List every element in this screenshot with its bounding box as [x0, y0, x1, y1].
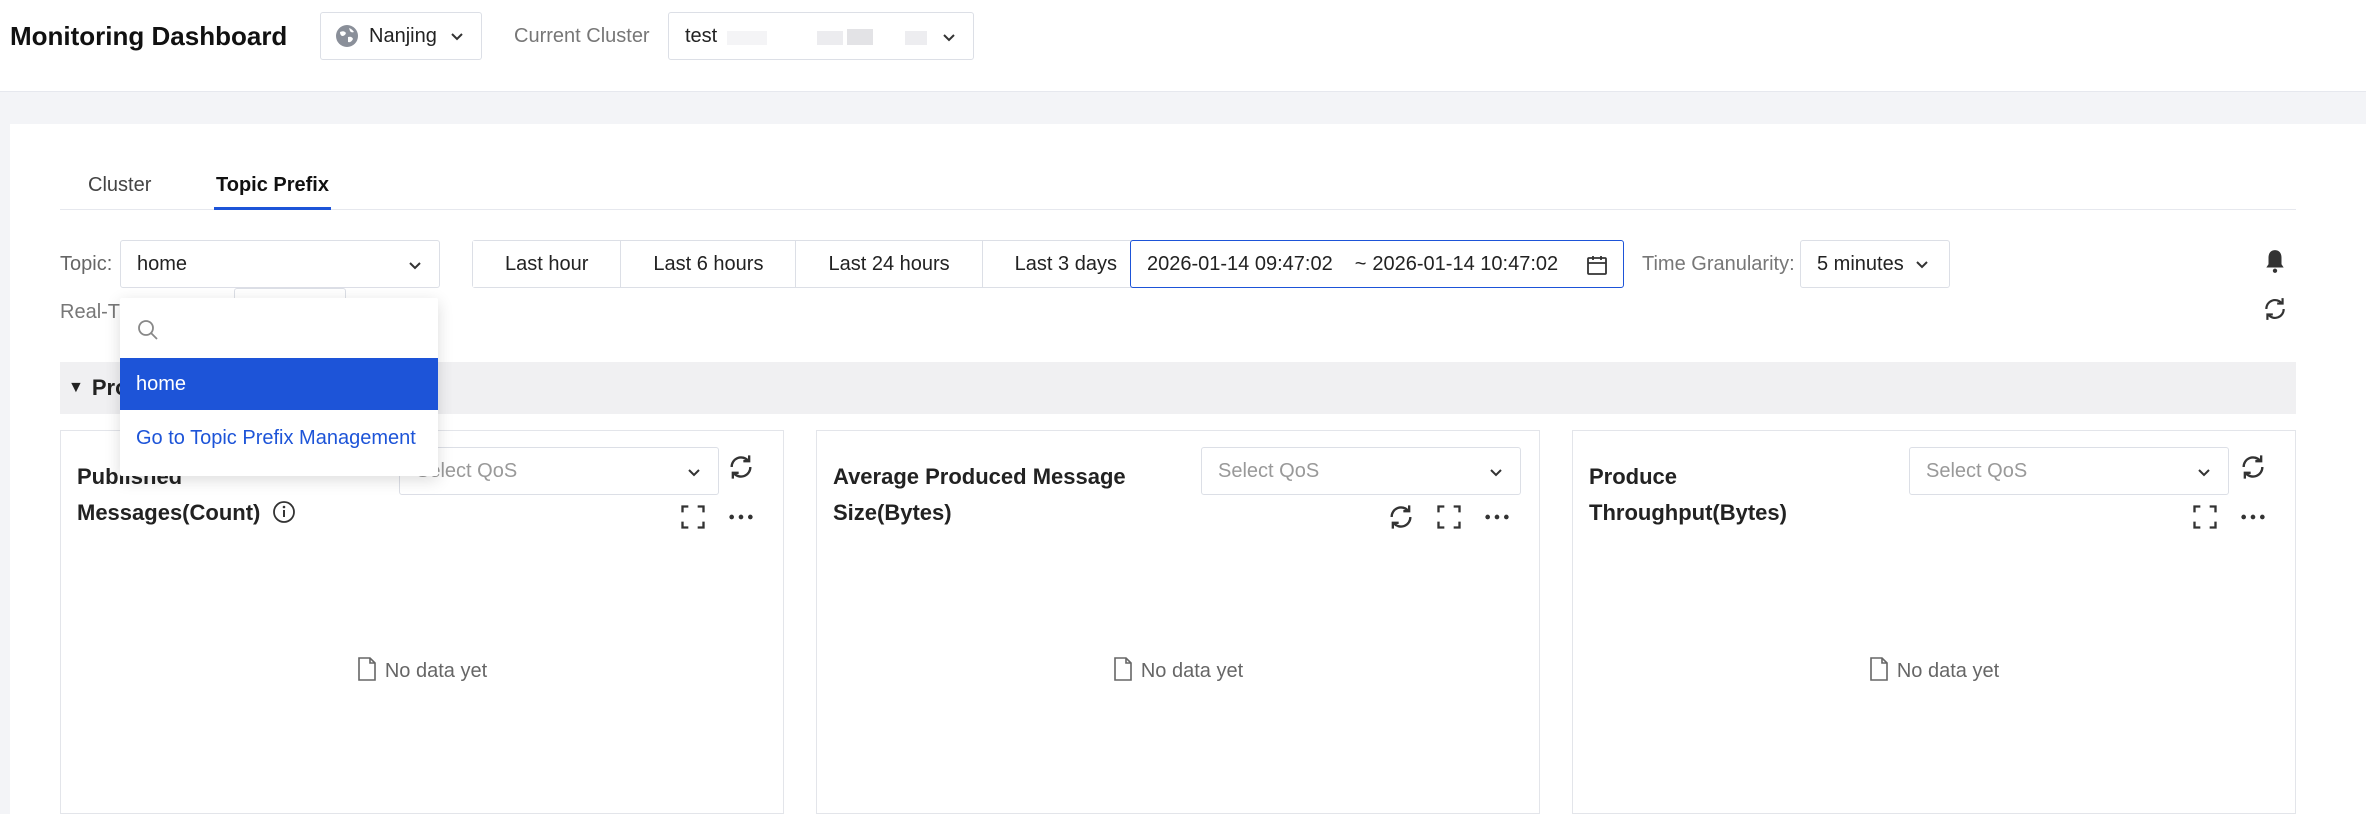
dropdown-option-home[interactable]: home: [120, 358, 438, 410]
card-title-line2: Messages(Count): [77, 500, 261, 525]
caret-down-icon: ▼: [68, 379, 84, 396]
refresh-icon[interactable]: [2262, 296, 2288, 322]
fullscreen-icon[interactable]: [679, 503, 707, 531]
chevron-down-icon: [451, 33, 463, 41]
chevron-down-icon: [688, 469, 700, 477]
granularity-label: Time Granularity:: [1642, 253, 1795, 275]
metric-card-produce-throughput: Produce Throughput(Bytes) Select QoS No …: [1572, 430, 2296, 814]
tab-bar: Cluster Topic Prefix: [60, 164, 2296, 210]
topic-prefix-management-link[interactable]: Go to Topic Prefix Management: [136, 424, 416, 452]
topic-select[interactable]: home: [120, 240, 440, 288]
region-select[interactable]: Nanjing: [320, 12, 482, 60]
tab-cluster[interactable]: Cluster: [86, 164, 153, 206]
empty-state: No data yet: [61, 657, 783, 685]
calendar-icon: [1587, 256, 1607, 275]
search-icon[interactable]: [136, 318, 160, 342]
globe-icon: [336, 25, 358, 47]
qos-select[interactable]: Select QoS: [399, 447, 719, 495]
date-range-picker[interactable]: 2026-01-14 09:47:02 ~ 2026-01-14 10:47:0…: [1130, 240, 1624, 288]
range-separator: ~: [1354, 252, 1367, 275]
region-select-value: Nanjing: [369, 24, 437, 47]
chevron-down-icon: [2198, 469, 2210, 477]
card-title-line1: Average Produced Message: [833, 464, 1126, 489]
cluster-select[interactable]: test: [668, 12, 974, 60]
realtime-label: Real-T: [60, 301, 121, 323]
chevron-down-icon: [1916, 261, 1928, 269]
chevron-down-icon: [409, 262, 421, 270]
refresh-icon[interactable]: [2239, 453, 2267, 481]
cluster-label: Current Cluster: [514, 25, 650, 47]
redacted-text: [847, 29, 873, 45]
empty-state-text: No data yet: [1140, 660, 1244, 682]
chevron-down-icon: [1490, 469, 1502, 477]
document-icon: [1114, 657, 1132, 681]
time-range-last-3-days[interactable]: Last 3 days: [982, 241, 1149, 287]
time-range-last-6-hours[interactable]: Last 6 hours: [621, 241, 797, 287]
card-title: Average Produced Message Size(Bytes): [833, 459, 1153, 531]
range-end: 2026-01-14 10:47:02: [1372, 252, 1559, 275]
document-icon: [1870, 657, 1888, 681]
metric-card-published-messages: Published Messages(Count) Select QoS No …: [60, 430, 784, 814]
redacted-text: [817, 31, 843, 45]
document-icon: [358, 657, 376, 681]
qos-placeholder: Select QoS: [1218, 459, 1320, 482]
time-range-last-24-hours[interactable]: Last 24 hours: [796, 241, 983, 287]
page-title: Monitoring Dashboard: [10, 21, 288, 51]
top-header: Monitoring Dashboard Nanjing Current Clu…: [0, 0, 2366, 92]
bell-icon[interactable]: [2262, 248, 2288, 274]
info-icon[interactable]: [272, 500, 296, 524]
redacted-text: [905, 31, 927, 45]
empty-state: No data yet: [1573, 657, 2295, 685]
tab-topic-prefix[interactable]: Topic Prefix: [214, 164, 331, 210]
range-start: 2026-01-14 09:47:02: [1147, 252, 1333, 275]
granularity-value: 5 minutes: [1817, 252, 1904, 275]
topic-label: Topic:: [60, 253, 113, 275]
granularity-select[interactable]: 5 minutes: [1800, 240, 1950, 288]
card-title: Produce Throughput(Bytes): [1589, 459, 1909, 531]
fullscreen-icon[interactable]: [2191, 503, 2219, 531]
more-icon[interactable]: [1483, 503, 1511, 531]
qos-placeholder: Select QoS: [1926, 459, 2028, 482]
chevron-down-icon: [943, 34, 955, 42]
time-range-group: Last hour Last 6 hours Last 24 hours Las…: [472, 240, 1150, 288]
more-icon[interactable]: [727, 503, 755, 531]
empty-state: No data yet: [817, 657, 1539, 685]
empty-state-text: No data yet: [384, 660, 488, 682]
qos-select[interactable]: Select QoS: [1201, 447, 1521, 495]
empty-state-text: No data yet: [1896, 660, 2000, 682]
cluster-select-value: test: [685, 24, 718, 47]
redacted-text: [727, 31, 767, 45]
refresh-icon[interactable]: [1387, 503, 1415, 531]
metric-card-average-message-size: Average Produced Message Size(Bytes) Sel…: [816, 430, 1540, 814]
more-icon[interactable]: [2239, 503, 2267, 531]
fullscreen-icon[interactable]: [1435, 503, 1463, 531]
card-title-line1: Produce: [1589, 464, 1678, 489]
card-title-line2: Throughput(Bytes): [1589, 500, 1787, 525]
card-title-line2: Size(Bytes): [833, 500, 952, 525]
qos-select[interactable]: Select QoS: [1909, 447, 2229, 495]
refresh-icon[interactable]: [727, 453, 755, 481]
topic-select-value: home: [137, 252, 188, 275]
topic-dropdown-menu: home Go to Topic Prefix Management: [120, 298, 438, 476]
time-range-last-hour[interactable]: Last hour: [473, 241, 622, 287]
